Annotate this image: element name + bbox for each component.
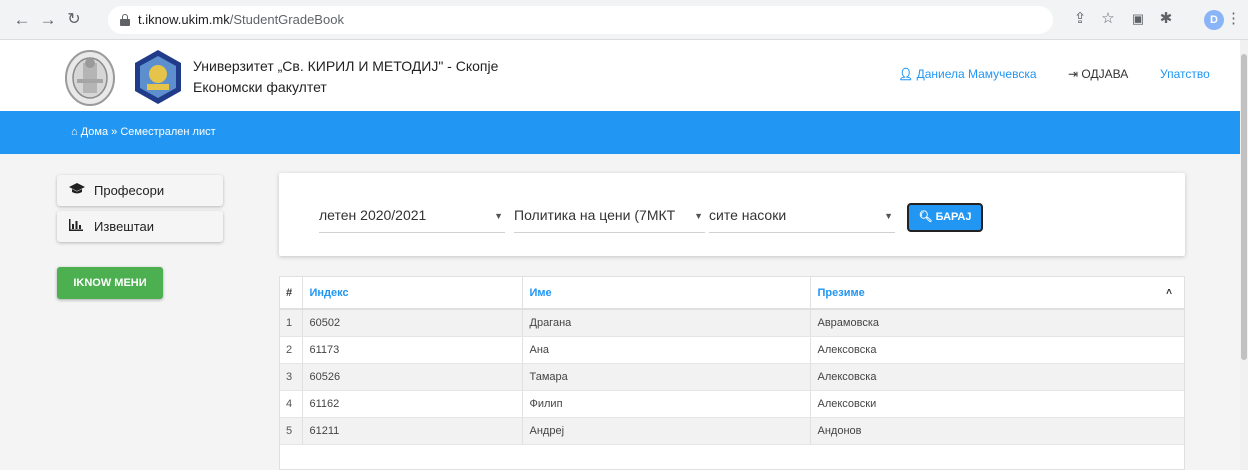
table-header-row: # Индекс Име Презиме ˄ [280,277,1184,310]
semester-value: летен 2020/2021 [319,207,427,223]
chevron-up-icon[interactable]: ˄ [1166,287,1172,298]
row-name: Ана [522,336,811,364]
table-row[interactable]: 2 61173 Ана Алексовска [280,336,1184,364]
row-surname: Алексовски [810,390,1184,418]
table-row[interactable]: 1 60502 Драгана Аврамовска [280,309,1184,337]
row-surname: Андонов [810,417,1184,445]
subject-value: Политика на цени (7МКТ [514,207,676,223]
column-header-index[interactable]: Индекс [302,277,523,310]
faculty-logo [135,50,181,104]
back-arrow-icon[interactable]: ← [10,8,34,32]
university-seal-logo [65,50,115,106]
subject-select[interactable]: Политика на цени (7МКТ ▼ [514,205,705,233]
profile-avatar[interactable]: D [1204,10,1224,30]
star-icon[interactable]: ☆ [1098,9,1118,29]
sidebar-item-label: Извештаи [94,219,155,234]
filter-panel: летен 2020/2021 ▼ Политика на цени (7МКТ… [279,173,1185,256]
puzzle-icon[interactable]: ✱ [1156,9,1176,29]
user-name: Даниела Мамучевска [916,67,1037,81]
row-index: 60526 [302,363,523,391]
row-index: 61173 [302,336,523,364]
search-icon: 🔍︎ [918,211,933,223]
row-surname: Аврамовска [810,309,1184,337]
row-name: Андреј [522,417,811,445]
bar-chart-icon [69,219,83,234]
caret-down-icon: ▼ [884,211,893,221]
breadcrumb-separator: » [111,126,118,138]
direction-value: сите насоки [709,207,787,223]
sidebar-item-professors[interactable]: Професори [57,175,223,206]
row-surname: Алексовска [810,363,1184,391]
row-number: 4 [280,390,303,418]
manual-link[interactable]: Упатство [1160,67,1210,81]
logout-link[interactable]: ⇥ ОДЈАВА [1068,67,1128,81]
site-header: Универзитет „Св. КИРИЛ И МЕТОДИЈ" - Скоп… [0,40,1240,111]
breadcrumb-bar: ⌂ Дома » Семестрален лист [0,111,1240,154]
forward-arrow-icon[interactable]: → [36,8,60,32]
page-scrollbar[interactable] [1240,40,1248,470]
search-button-label: БАРАЈ [935,211,972,223]
reload-icon[interactable]: ↻ [62,8,86,32]
row-number: 2 [280,336,303,364]
row-index: 61162 [302,390,523,418]
row-name: Филип [522,390,811,418]
row-name: Тамара [522,363,811,391]
students-table: # Индекс Име Презиме ˄ 1 60502 Драгана А… [280,277,1184,445]
column-header-surname[interactable]: Презиме ˄ [810,277,1184,310]
address-bar[interactable]: t.iknow.ukim.mk/StudentGradeBook [108,6,1053,34]
column-header-number: # [280,277,303,310]
sign-out-icon: ⇥ [1068,67,1079,81]
breadcrumb: ⌂ Дома » Семестрален лист [71,126,216,138]
direction-select[interactable]: сите насоки ▼ [709,205,895,233]
user-plus-icon: 👤︎ [898,67,914,81]
home-icon: ⌂ [71,126,78,138]
breadcrumb-home[interactable]: Дома [81,126,108,138]
browser-toolbar: ← → ↻ t.iknow.ukim.mk/StudentGradeBook ⇪… [0,0,1248,40]
graduation-cap-icon [69,183,85,198]
menu-dots-icon[interactable]: ⋮ [1226,9,1241,29]
column-header-name[interactable]: Име [522,277,811,310]
row-number: 3 [280,363,303,391]
lock-icon [120,14,130,26]
iknow-menu-button[interactable]: IKNOW МЕНИ [57,267,163,299]
row-number: 5 [280,417,303,445]
sidebar-item-reports[interactable]: Извештаи [57,211,223,242]
extension-icon[interactable]: ▣ [1128,9,1148,29]
user-profile-link[interactable]: 👤︎ Даниела Мамучевска [898,67,1037,81]
semester-select[interactable]: летен 2020/2021 ▼ [319,205,505,233]
caret-down-icon: ▼ [694,211,703,221]
share-icon[interactable]: ⇪ [1070,9,1090,29]
row-index: 61211 [302,417,523,445]
row-name: Драгана [522,309,811,337]
url-text: t.iknow.ukim.mk/StudentGradeBook [138,12,344,27]
table-row[interactable]: 5 61211 Андреј Андонов [280,417,1184,445]
logout-label: ОДЈАВА [1081,67,1129,81]
breadcrumb-current: Семестрален лист [120,126,216,138]
faculty-name: Економски факултет [193,79,327,95]
sidebar-item-label: Професори [94,183,165,198]
row-index: 60502 [302,309,523,337]
table-row[interactable]: 3 60526 Тамара Алексовска [280,363,1184,391]
scrollbar-thumb[interactable] [1241,54,1247,360]
table-row[interactable]: 4 61162 Филип Алексовски [280,390,1184,418]
caret-down-icon: ▼ [494,211,503,221]
students-table-container: # Индекс Име Презиме ˄ 1 60502 Драгана А… [279,276,1185,470]
column-header-surname-label: Презиме [817,286,865,299]
search-button[interactable]: 🔍︎ БАРАЈ [907,203,983,232]
row-number: 1 [280,309,303,337]
row-surname: Алексовска [810,336,1184,364]
university-name: Универзитет „Св. КИРИЛ И МЕТОДИЈ" - Скоп… [193,58,499,74]
